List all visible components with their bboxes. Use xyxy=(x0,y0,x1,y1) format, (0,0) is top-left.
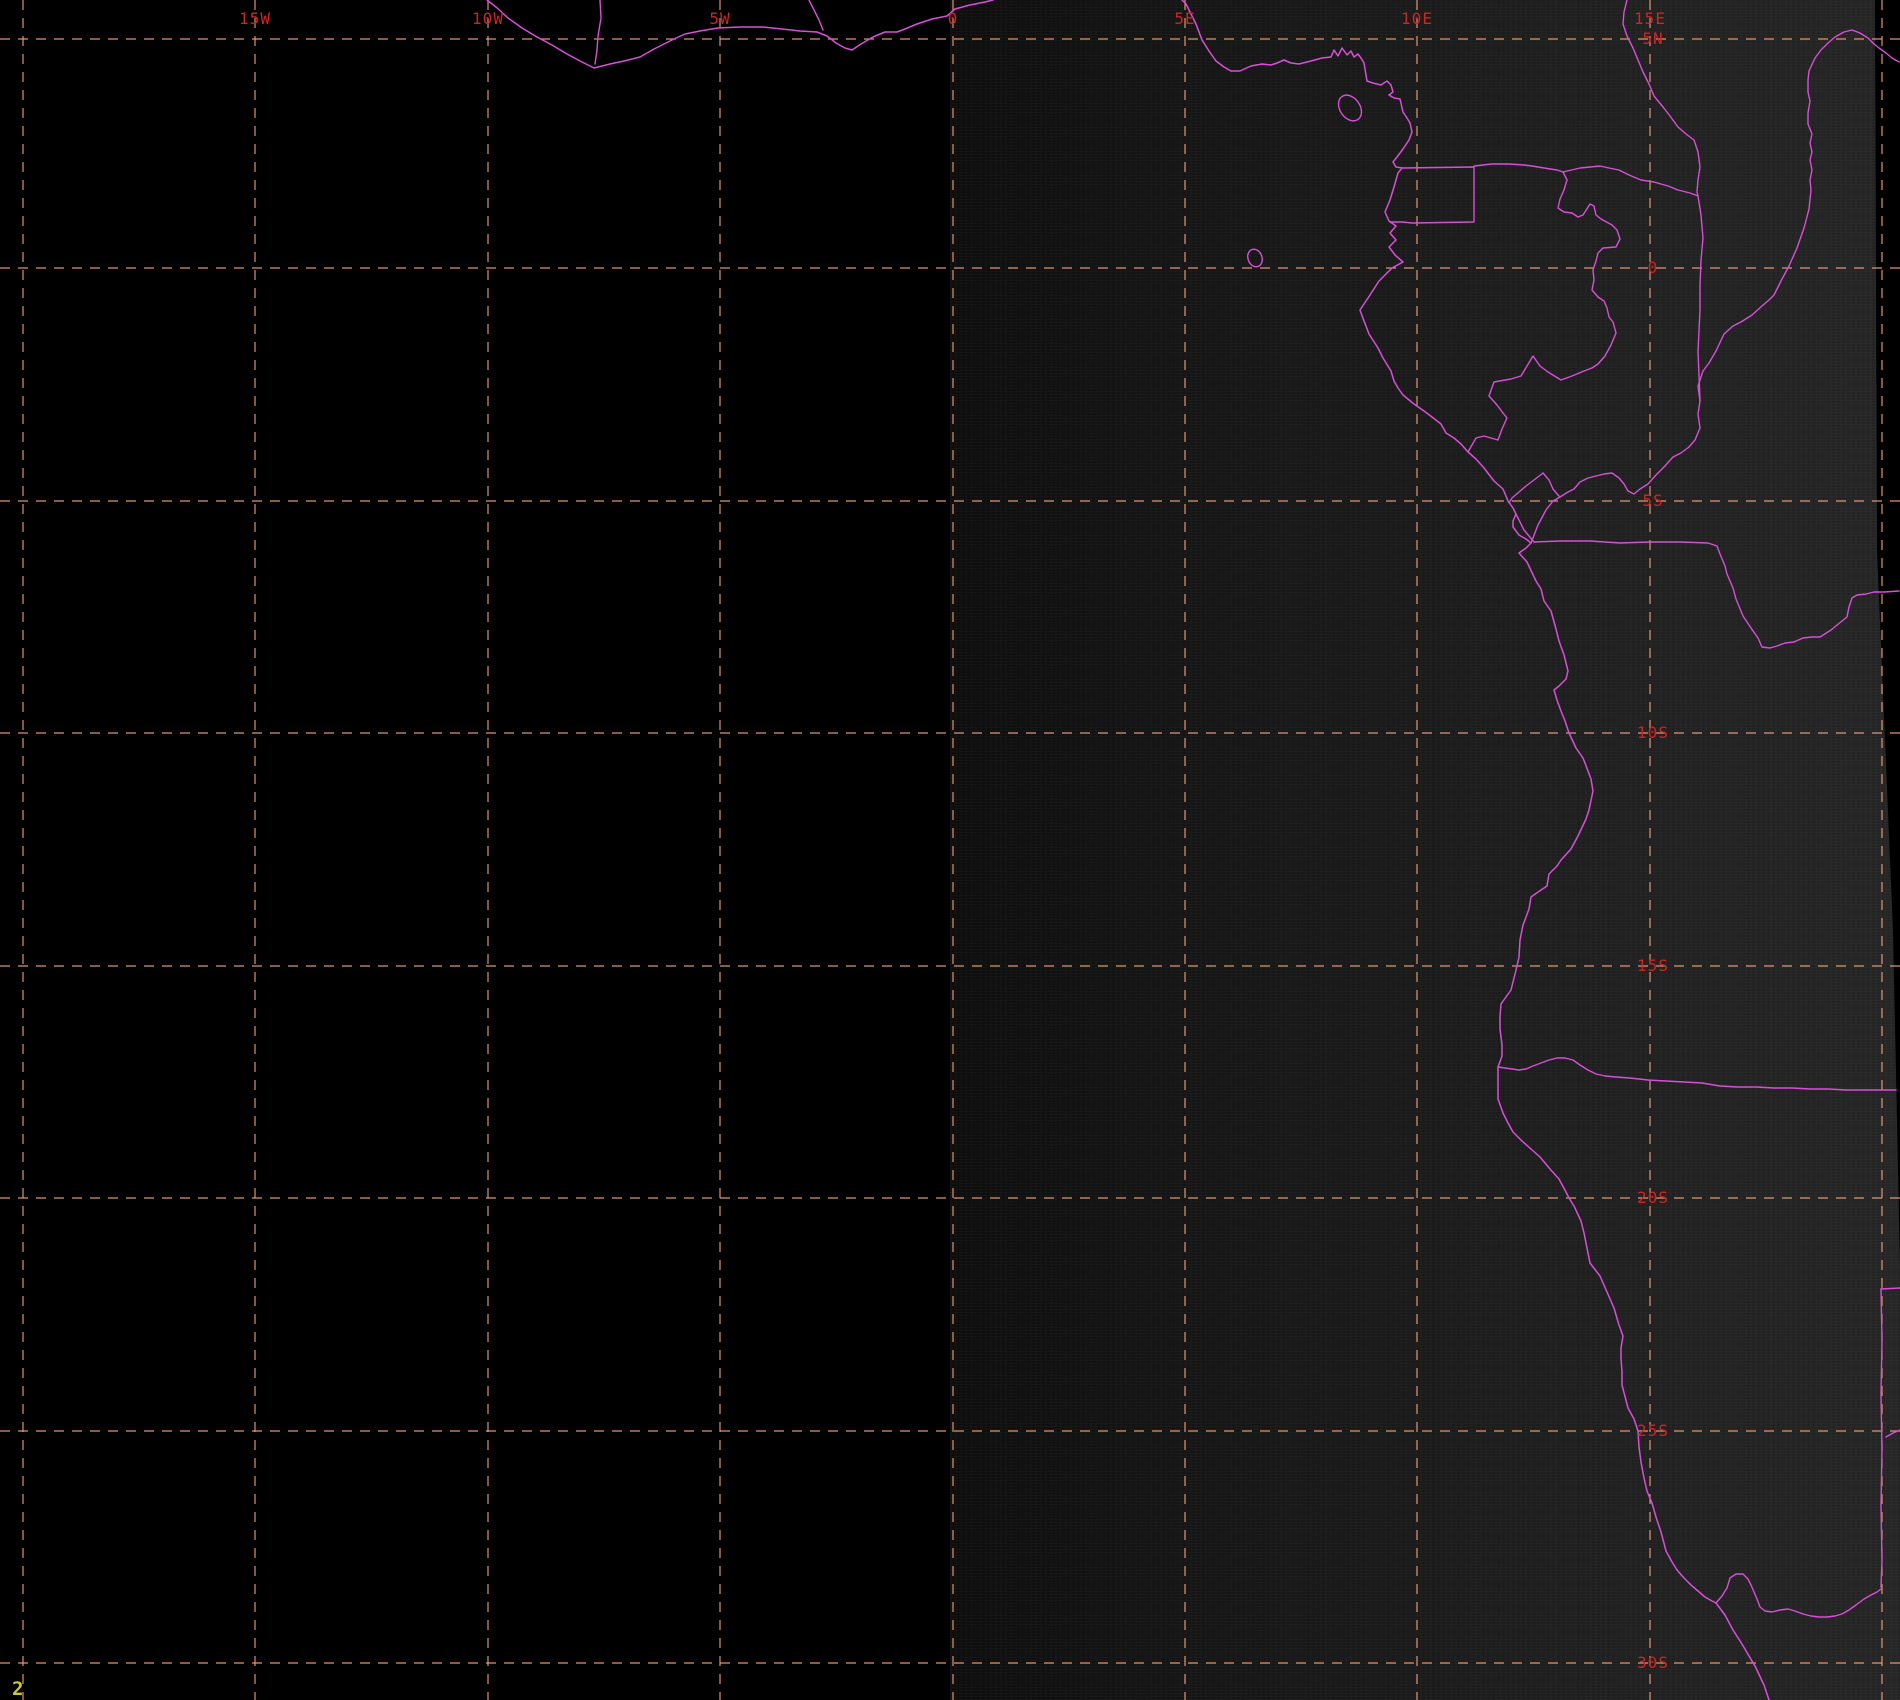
coastline xyxy=(1181,0,1770,1700)
country-border xyxy=(1497,1057,1897,1091)
map-overlay-svg xyxy=(0,0,1900,1700)
country-border xyxy=(1533,540,1900,649)
scan-edge xyxy=(1875,0,1900,1265)
satellite-image-frame: 15W 10W 5W 0 5E 10E 15E 5N 0 5S 10S 15S 20S 25S 30S 2 … xyxy=(0,0,1900,1700)
coastline-border-layer xyxy=(486,0,1900,1700)
country-border xyxy=(1880,1287,1900,1290)
country-border xyxy=(1508,472,1544,504)
country-border xyxy=(1467,171,1621,453)
country-border xyxy=(1715,1573,1882,1618)
country-border xyxy=(1473,163,1699,197)
island-bioko xyxy=(1337,94,1363,122)
country-border xyxy=(1542,472,1561,498)
coastline xyxy=(486,0,994,69)
frame-counter: 2 xyxy=(12,1678,24,1700)
image-caption: MET-10 0.7 C12 HIGH-RES VIS AUG 17, 2017… xyxy=(665,1686,972,1700)
country-border xyxy=(1880,1288,1883,1588)
country-border xyxy=(1622,0,1704,402)
country-border xyxy=(808,0,824,31)
island-sao-tome xyxy=(1247,248,1263,268)
country-border xyxy=(1389,166,1475,224)
country-border xyxy=(1530,29,1900,544)
country-border xyxy=(594,0,602,65)
lat-lon-grid-layer xyxy=(0,0,1900,1700)
scan-edge-layer xyxy=(1875,0,1900,1265)
